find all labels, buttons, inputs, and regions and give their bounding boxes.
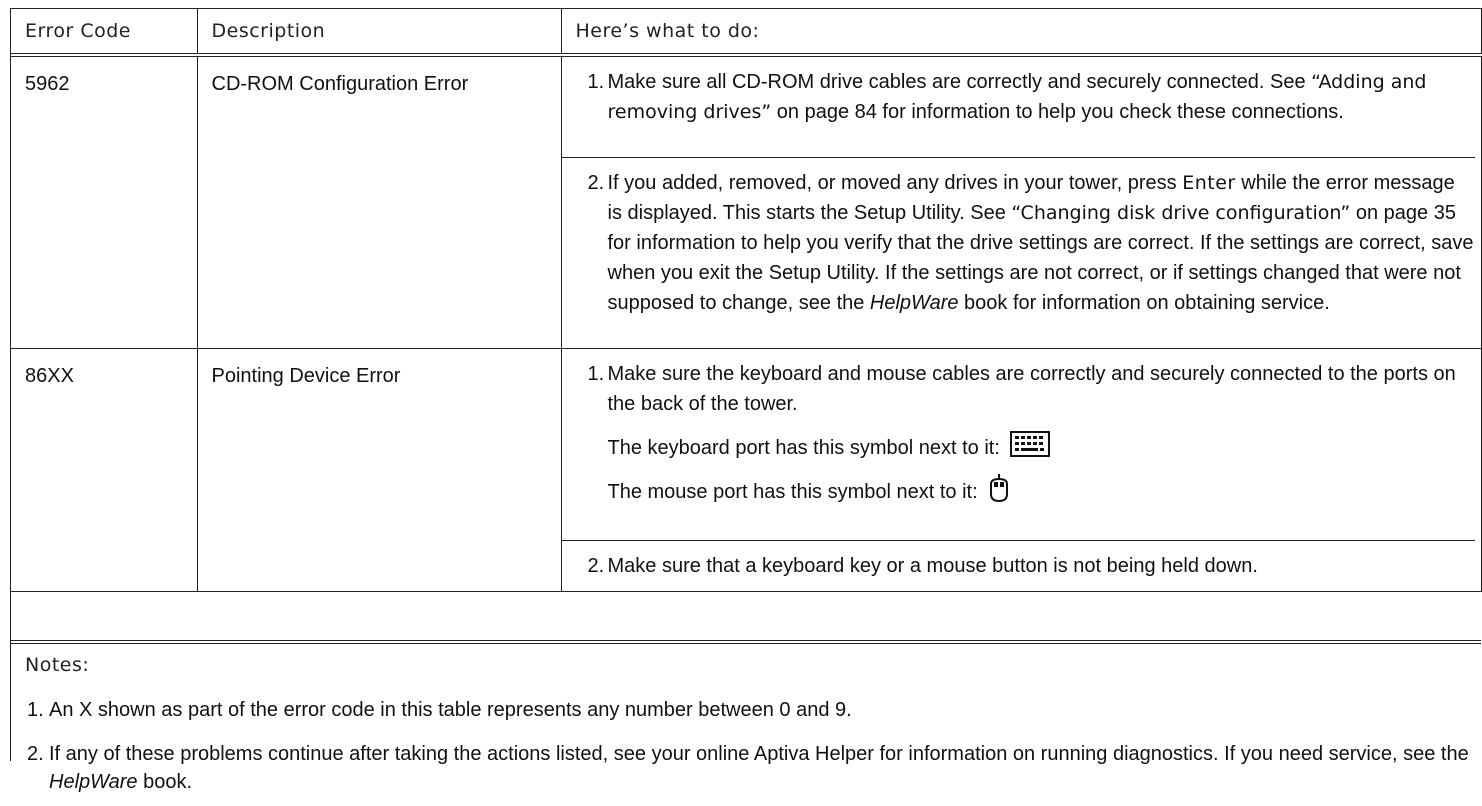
step-number: 1. xyxy=(587,71,605,93)
book-title: HelpWare xyxy=(869,292,959,314)
note-text: An X shown as part of the error code in … xyxy=(49,699,852,721)
header-action: Here’s what to do: xyxy=(560,8,1482,57)
action-step: 1. Make sure the keyboard and mouse cabl… xyxy=(562,349,1475,540)
note-text: book. xyxy=(137,771,193,793)
notes-section: Notes: 1. An X shown as part of the erro… xyxy=(11,640,1481,806)
keyboard-symbol-line: The keyboard port has this symbol next t… xyxy=(607,430,1475,466)
note-text: If any of these problems continue after … xyxy=(49,743,1469,765)
step-number: 2. xyxy=(587,555,605,577)
mouse-symbol-line: The mouse port has this symbol next to i… xyxy=(607,473,1475,507)
action-step: 1. Make sure all CD-ROM drive cables are… xyxy=(562,57,1475,157)
table-row: 5962 CD-ROM Configuration Error 1. Make … xyxy=(11,54,1482,349)
header-error-code: Error Code xyxy=(11,8,198,57)
error-code-cell: 86XX xyxy=(11,348,198,592)
action-step: 2. Make sure that a keyboard key or a mo… xyxy=(561,540,1475,591)
mouse-icon xyxy=(988,473,1010,511)
step-text: on page 84 for information to help you c… xyxy=(771,101,1344,123)
note-number: 2. xyxy=(27,743,44,765)
book-title: HelpWare xyxy=(49,771,138,793)
step-text: book for information on obtaining servic… xyxy=(958,292,1330,314)
step-text: Make sure all CD-ROM drive cables are co… xyxy=(607,71,1312,93)
note-item: 2. If any of these problems continue aft… xyxy=(11,734,1481,806)
error-code-cell: 5962 xyxy=(11,54,198,349)
table-header-row: Error Code Description Here’s what to do… xyxy=(11,8,1482,57)
notes-title: Notes: xyxy=(25,654,90,676)
keyboard-icon xyxy=(1009,430,1050,466)
error-code-table: Error Code Description Here’s what to do… xyxy=(11,8,1482,592)
error-code-document: Error Code Description Here’s what to do… xyxy=(10,8,1482,793)
step-text: If you added, removed, or moved any driv… xyxy=(607,172,1183,194)
step-number: 1. xyxy=(587,363,605,385)
table-row: 86XX Pointing Device Error 1. Make sure … xyxy=(11,348,1482,592)
cross-reference-link[interactable]: “Changing disk drive configuration” xyxy=(1011,202,1350,224)
note-number: 1. xyxy=(27,699,44,721)
description-cell: CD-ROM Configuration Error xyxy=(196,54,562,349)
enter-key-label: Enter xyxy=(1182,172,1236,194)
action-step: 2. If you added, removed, or moved any d… xyxy=(561,157,1475,348)
step-text: Make sure that a keyboard key or a mouse… xyxy=(607,555,1258,577)
header-description: Description xyxy=(196,8,562,57)
step-number: 2. xyxy=(587,172,605,194)
keyboard-port-text: The keyboard port has this symbol next t… xyxy=(607,437,1000,459)
step-text: Make sure the keyboard and mouse cables … xyxy=(607,363,1456,415)
action-cell: 1. Make sure the keyboard and mouse cabl… xyxy=(560,348,1482,592)
note-item: 1. An X shown as part of the error code … xyxy=(11,690,1481,734)
description-cell: Pointing Device Error xyxy=(196,348,562,592)
action-cell: 1. Make sure all CD-ROM drive cables are… xyxy=(560,54,1482,349)
mouse-port-text: The mouse port has this symbol next to i… xyxy=(607,481,978,503)
